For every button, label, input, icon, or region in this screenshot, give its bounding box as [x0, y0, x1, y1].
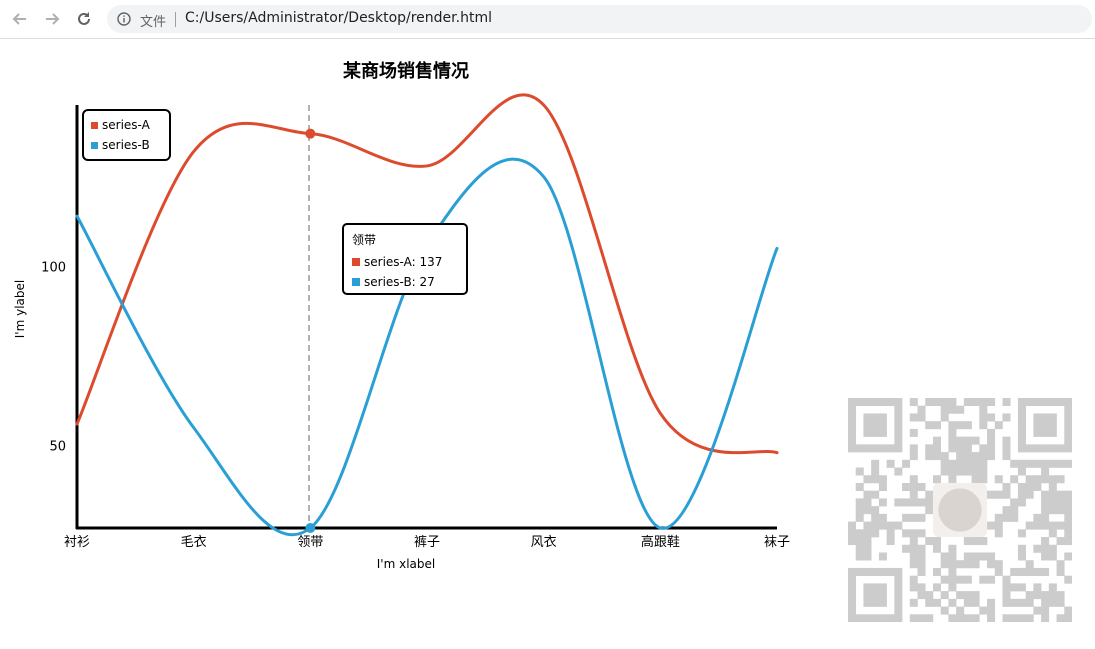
address-separator: [175, 12, 176, 27]
y-tick-label: 100: [41, 260, 66, 275]
legend-swatch-b: [91, 142, 98, 149]
browser-toolbar: 文件 C:/Users/Administrator/Desktop/render…: [0, 0, 1095, 39]
x-tick-label: 风衣: [531, 534, 557, 550]
x-tick-label: 高跟鞋: [641, 534, 680, 550]
arrow-left-icon: [12, 13, 26, 25]
x-axis-label: I'm xlabel: [377, 557, 435, 571]
reload-button[interactable]: [72, 7, 96, 31]
series-layer: [75, 93, 779, 537]
series-b-highlight-point[interactable]: [305, 523, 316, 533]
reload-icon: [78, 12, 90, 25]
x-tick-label: 袜子: [764, 535, 790, 550]
arrow-right-icon: [46, 13, 60, 25]
qr-code-icon: [848, 398, 1072, 622]
x-tick-label: 衬衫: [64, 535, 90, 550]
legend[interactable]: series-A series-B: [82, 109, 171, 161]
file-label: 文件: [140, 15, 167, 30]
legend-label-b: series-B: [102, 138, 150, 152]
tooltip-value-b: series-B: 27: [364, 275, 435, 289]
legend-swatch-a: [91, 122, 98, 129]
x-ticks: 衬衫 毛衣 领带 裤子 风衣 高跟鞋 袜子: [64, 534, 790, 550]
info-icon: [117, 12, 131, 26]
tooltip: 领带 series-A: 137 series-B: 27: [342, 223, 468, 295]
address-bar[interactable]: 文件 C:/Users/Administrator/Desktop/render…: [107, 5, 1092, 33]
y-tick-label: 50: [49, 440, 66, 455]
y-axis-label: I'm ylabel: [13, 280, 27, 338]
url-text: C:/Users/Administrator/Desktop/render.ht…: [185, 10, 492, 26]
series-b-line[interactable]: [75, 157, 779, 537]
x-tick-label: 裤子: [414, 535, 440, 550]
chart-title: 某商场销售情况: [343, 60, 469, 82]
tooltip-swatch-b: [352, 278, 360, 286]
series-a-highlight-point[interactable]: [305, 128, 316, 139]
legend-label-a: series-A: [102, 118, 151, 132]
forward-button[interactable]: [40, 7, 64, 31]
tooltip-swatch-a: [352, 258, 360, 266]
back-button[interactable]: [8, 7, 32, 31]
y-ticks: 50 100: [41, 260, 66, 454]
tooltip-row-b: series-B: 27: [352, 272, 458, 292]
x-tick-label: 毛衣: [181, 534, 207, 550]
x-tick-label: 领带: [297, 535, 323, 550]
tooltip-row-a: series-A: 137: [352, 252, 458, 272]
tooltip-value-a: series-A: 137: [364, 255, 443, 269]
tooltip-title: 领带: [352, 233, 377, 247]
